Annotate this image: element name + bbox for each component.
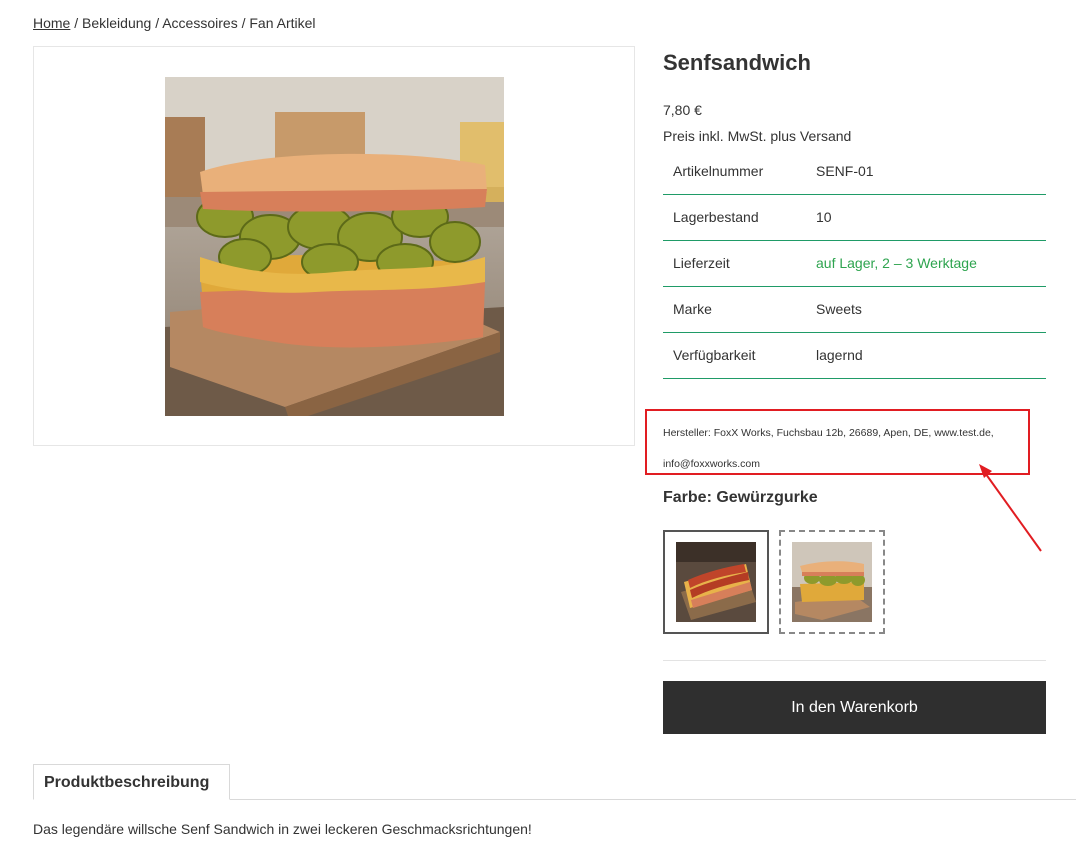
add-to-cart-button[interactable]: In den Warenkorb [663, 681, 1046, 734]
product-price: 7,80 € [663, 102, 702, 118]
table-row: Marke Sweets [663, 286, 1046, 333]
property-key: Verfügbarkeit [663, 332, 816, 379]
property-value: lagernd [816, 332, 1046, 379]
variant-option-gewuerzgurke[interactable] [779, 530, 885, 634]
pickle-sandwich-thumbnail [792, 542, 872, 622]
breadcrumb-fan-artikel: Fan Artikel [249, 15, 316, 31]
breadcrumb-accessoires[interactable]: Accessoires [162, 15, 237, 31]
property-value: Sweets [816, 286, 1046, 333]
breadcrumb-separator: / [74, 15, 79, 31]
breadcrumb-home-link[interactable]: Home [33, 15, 70, 31]
table-row: Artikelnummer SENF-01 [663, 148, 1046, 195]
breadcrumb-separator: / [155, 15, 160, 31]
breadcrumb-separator: / [241, 15, 246, 31]
breadcrumb-bekleidung[interactable]: Bekleidung [82, 15, 151, 31]
property-key: Artikelnummer [663, 148, 816, 195]
breadcrumb: Home / Bekleidung / Accessoires / Fan Ar… [33, 15, 316, 31]
property-key: Lieferzeit [663, 240, 816, 287]
section-divider [663, 660, 1046, 661]
variant-option-hotdog[interactable] [663, 530, 769, 634]
property-key: Marke [663, 286, 816, 333]
property-key: Lagerbestand [663, 194, 816, 241]
tab-produktbeschreibung[interactable]: Produktbeschreibung [33, 764, 230, 800]
property-value: 10 [816, 194, 1046, 241]
annotation-highlight-box [645, 409, 1030, 475]
variant-label: Farbe: Gewürzgurke [663, 489, 818, 506]
product-main-image[interactable] [165, 77, 504, 416]
tax-note: Preis inkl. MwSt. plus Versand [663, 128, 852, 144]
product-properties-table: Artikelnummer SENF-01 Lagerbestand 10 Li… [663, 148, 1046, 379]
product-title: Senfsandwich [663, 50, 811, 75]
table-row: Lagerbestand 10 [663, 194, 1046, 241]
property-value: SENF-01 [816, 148, 1046, 195]
product-description-text: Das legendäre willsche Senf Sandwich in … [33, 821, 532, 837]
table-row: Verfügbarkeit lagernd [663, 332, 1046, 379]
table-row: Lieferzeit auf Lager, 2 – 3 Werktage [663, 240, 1046, 287]
product-gallery [33, 46, 635, 446]
delivery-time-value: auf Lager, 2 – 3 Werktage [816, 240, 1046, 287]
hotdog-sandwich-thumbnail [676, 542, 756, 622]
